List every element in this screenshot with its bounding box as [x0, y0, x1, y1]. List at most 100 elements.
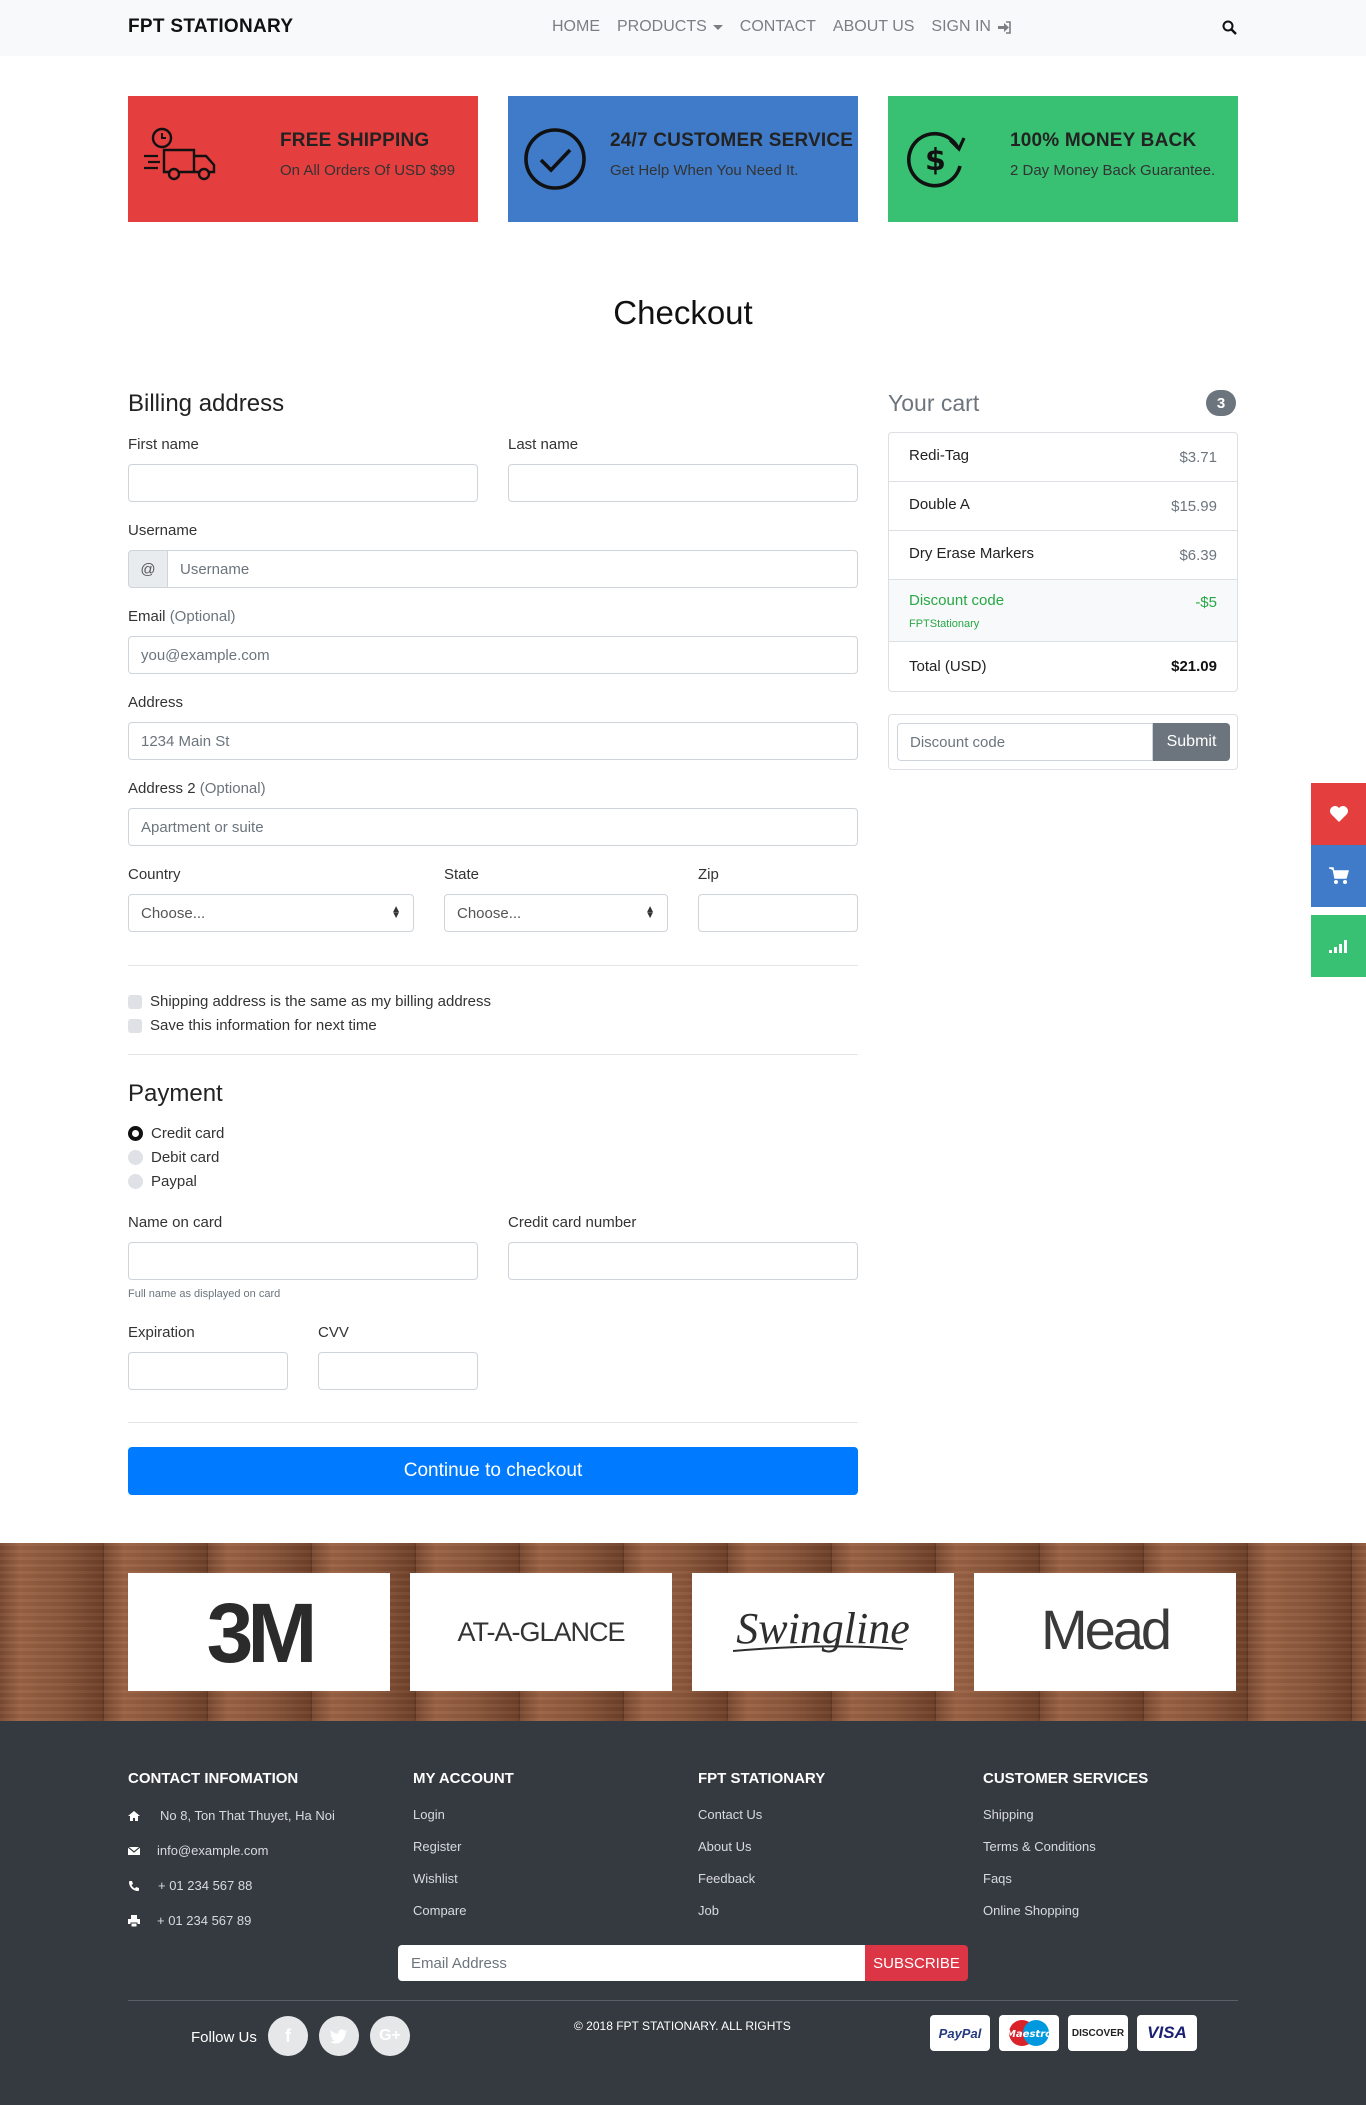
- nav-home[interactable]: HOME: [552, 18, 600, 36]
- divider: [128, 965, 858, 966]
- footer-link-faqs[interactable]: Faqs: [983, 1871, 1012, 1886]
- footer-link-wishlist[interactable]: Wishlist: [413, 1871, 458, 1886]
- footer-link-compare[interactable]: Compare: [413, 1903, 466, 1918]
- footer-account-title: MY ACCOUNT: [413, 1770, 514, 1787]
- expiration-label: Expiration: [128, 1324, 195, 1341]
- footer-contact-title: CONTACT INFOMATION: [128, 1770, 299, 1787]
- radio-label: Debit card: [151, 1149, 220, 1166]
- last-name-label: Last name: [508, 436, 579, 453]
- 3m-text: 3M: [207, 1592, 313, 1672]
- radio-dot: [128, 1150, 143, 1165]
- expiration-input[interactable]: [128, 1352, 288, 1390]
- same-address-label: Shipping address is the same as my billi…: [150, 993, 492, 1010]
- brand-logo-3m[interactable]: 3M: [128, 1573, 390, 1691]
- feature-subtitle: Get Help When You Need It.: [610, 162, 799, 179]
- promo-code-input[interactable]: Discount code: [897, 723, 1153, 761]
- last-name-input[interactable]: [508, 464, 858, 502]
- copyright: © 2018 FPT STATIONARY. ALL RIGHTS: [574, 2019, 791, 2033]
- nav-products[interactable]: PRODUCTS: [617, 18, 723, 36]
- google-plus-icon[interactable]: G+: [370, 2016, 410, 2056]
- country-select[interactable]: Choose... ▲ ▼: [128, 894, 414, 932]
- footer-link-shipping[interactable]: Shipping: [983, 1807, 1034, 1822]
- continue-checkout-button[interactable]: Continue to checkout: [128, 1447, 858, 1495]
- facebook-icon[interactable]: f: [268, 2016, 308, 2056]
- discount-amount: -$5: [1195, 594, 1217, 611]
- radio-paypal[interactable]: Paypal: [128, 1173, 197, 1190]
- address2-label: Address 2 (Optional): [128, 780, 266, 797]
- mead-logo: Mead: [1041, 1598, 1172, 1661]
- caret-down-icon: [712, 24, 723, 30]
- radio-label: Paypal: [151, 1173, 197, 1190]
- envelope-icon: [128, 1846, 140, 1855]
- newsletter-email-input[interactable]: Email Address: [398, 1945, 865, 1981]
- radio-credit-card[interactable]: Credit card: [128, 1125, 224, 1142]
- footer-link-register[interactable]: Register: [413, 1839, 461, 1854]
- compare-side-button[interactable]: [1311, 915, 1366, 977]
- cart-side-button[interactable]: [1311, 845, 1366, 907]
- footer-link-about[interactable]: About Us: [698, 1839, 751, 1854]
- cart-list: Redi-Tag $3.71 Double A $15.99 Dry Erase M…: [888, 432, 1238, 692]
- footer-company-title: FPT STATIONARY: [698, 1770, 826, 1787]
- country-label: Country: [128, 866, 181, 883]
- main-menu: HOME PRODUCTS CONTACT ABOUT US SIGN IN: [552, 18, 1011, 36]
- brand-logo-swingline[interactable]: Swingline: [692, 1573, 954, 1691]
- username-group: @ Username: [128, 550, 858, 588]
- brand-logo[interactable]: FPT STATIONARY: [128, 16, 293, 38]
- country-value: Choose...: [141, 904, 206, 922]
- footer-link-job[interactable]: Job: [698, 1903, 719, 1918]
- same-address-checkbox[interactable]: Shipping address is the same as my billi…: [128, 993, 491, 1010]
- footer-link-contact[interactable]: Contact Us: [698, 1807, 762, 1822]
- footer-address: No 8, Ton That Thuyet, Ha Noi: [160, 1808, 335, 1823]
- paypal-card-icon: PayPal: [930, 2015, 990, 2051]
- radio-debit-card[interactable]: Debit card: [128, 1149, 219, 1166]
- footer-link-terms[interactable]: Terms & Conditions: [983, 1839, 1096, 1854]
- cvv-input[interactable]: [318, 1352, 478, 1390]
- 3m-logo: 3M: [207, 1592, 319, 1672]
- nav-about[interactable]: ABOUT US: [833, 18, 915, 36]
- email-label-text: Email: [128, 608, 166, 625]
- divider: [128, 1422, 858, 1423]
- nav-signin[interactable]: SIGN IN: [931, 18, 1011, 36]
- footer-email[interactable]: info@example.com: [157, 1843, 268, 1858]
- email-input[interactable]: you@example.com: [128, 636, 858, 674]
- optional-text: (Optional): [169, 608, 236, 625]
- address2-label-text: Address 2: [128, 780, 196, 797]
- subscribe-button[interactable]: SUBSCRIBE: [865, 1945, 968, 1981]
- first-name-input[interactable]: [128, 464, 478, 502]
- discount-code: FPTStationary: [909, 618, 980, 630]
- footer-link-feedback[interactable]: Feedback: [698, 1871, 755, 1886]
- signal-icon: [1328, 940, 1347, 953]
- twitter-icon[interactable]: [319, 2016, 359, 2056]
- swingline-logo: Swingline: [732, 1604, 910, 1653]
- cart-discount: Discount code FPTStationary -$5: [889, 580, 1237, 642]
- brand-logo-mead[interactable]: Mead: [974, 1573, 1236, 1691]
- address-input[interactable]: 1234 Main St: [128, 722, 858, 760]
- address2-input[interactable]: Apartment or suite: [128, 808, 858, 846]
- promo-submit-button[interactable]: Submit: [1153, 723, 1230, 761]
- page: FPT STATIONARY HOME PRODUCTS CONTACT ABO…: [0, 0, 1366, 2105]
- save-info-label: Save this information for next time: [150, 1017, 377, 1034]
- cart-title: Your cart: [888, 390, 980, 416]
- item-price: $3.71: [1179, 449, 1217, 466]
- total-label: Total (USD): [909, 658, 987, 675]
- state-select[interactable]: Choose... ▲ ▼: [444, 894, 668, 932]
- footer-link-online-shopping[interactable]: Online Shopping: [983, 1903, 1079, 1918]
- search-icon[interactable]: [1222, 20, 1237, 35]
- item-name: Dry Erase Markers: [909, 545, 1035, 562]
- card-number-input[interactable]: [508, 1242, 858, 1280]
- cart-count-badge: 3: [1206, 390, 1236, 416]
- zip-input[interactable]: [698, 894, 858, 932]
- footer-link-login[interactable]: Login: [413, 1807, 445, 1822]
- page-title: Checkout: [613, 294, 753, 331]
- promo-form: Discount code Submit: [888, 714, 1238, 770]
- radio-dot: [128, 1126, 143, 1141]
- brand-logo-at-a-glance[interactable]: AT-A-GLANCE: [410, 1573, 672, 1691]
- save-info-checkbox[interactable]: Save this information for next time: [128, 1017, 377, 1034]
- username-input[interactable]: Username: [168, 550, 858, 588]
- state-label: State: [444, 866, 480, 883]
- nav-contact[interactable]: CONTACT: [740, 18, 816, 36]
- discount-label: Discount code: [909, 592, 1005, 609]
- wishlist-side-button[interactable]: [1311, 783, 1366, 845]
- select-arrows-icon: ▲ ▼: [391, 904, 401, 921]
- name-on-card-input[interactable]: [128, 1242, 478, 1280]
